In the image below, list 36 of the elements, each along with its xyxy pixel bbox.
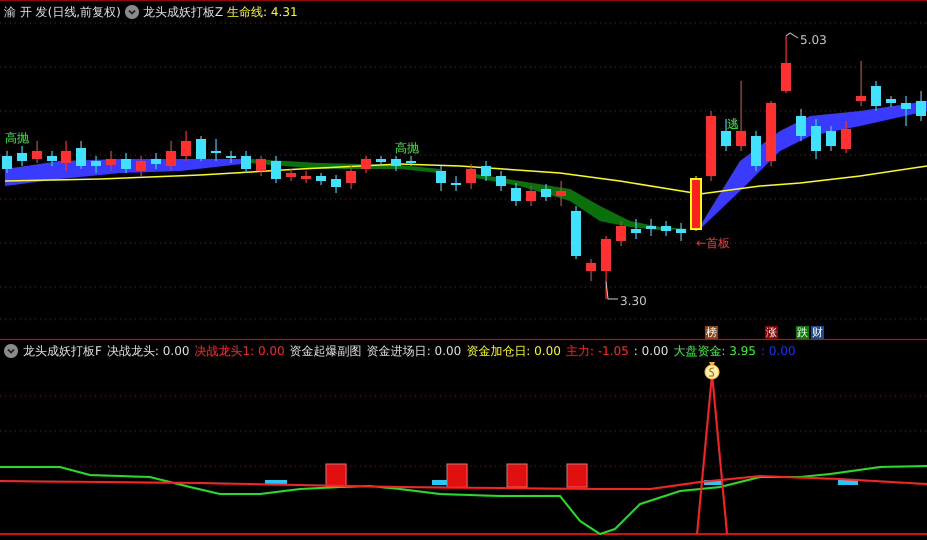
signal-badge: 跌 [796,326,809,339]
indicator-reading: 主力: -1.05 [566,342,629,360]
leader-line [786,32,798,38]
signal-bar [566,464,588,488]
chart-annotation: 5.03 [800,32,827,49]
signal-bar [506,464,528,488]
signal-badge: 榜 [705,326,718,339]
indicator-reading: 资金进场日: 0.00 [366,342,462,360]
indicator-reading: 生命线: 4.31 [227,4,298,21]
indicator-reading: 决战龙头: 0.00 [106,342,190,360]
money-bag-icon [704,362,720,380]
chart-annotation: ←首板 [696,235,730,252]
signal-badge: 财 [811,326,824,339]
indicator-reading: 资金起爆副图 [290,342,362,360]
signal-bar [326,464,346,488]
marker-bar [704,480,722,485]
signal-badge: 涨 [765,326,778,339]
signal-bar [446,464,468,488]
indicator-reading: 决战龙头1: 0.00 [194,342,285,360]
indicator-reading: : 0.00 [634,342,668,360]
indicator-reading: : 0.00 [760,342,796,360]
marker-bar [432,480,447,485]
chart-annotation: 高抛 [395,140,419,157]
leader-line [606,280,618,300]
indicator-reading: 资金加仓日: 0.00 [466,342,561,360]
indicator-reading: 大盘资金: 3.95 [673,342,756,360]
chart-annotation: 逃 [727,116,739,133]
marker-bar [838,480,858,485]
chart-annotation: 高抛 [5,130,29,147]
marker-bar [265,480,287,485]
indicator-title: 龙头成妖打板Z [142,4,224,21]
chart-annotation: 3.30 [620,293,647,310]
chevron-down-icon[interactable] [124,5,139,19]
chevron-down-icon[interactable] [4,344,18,358]
indicator-title: 龙头成妖打板F [23,342,102,360]
stock-title: 渝 开 发(日线,前复权) [4,4,121,21]
